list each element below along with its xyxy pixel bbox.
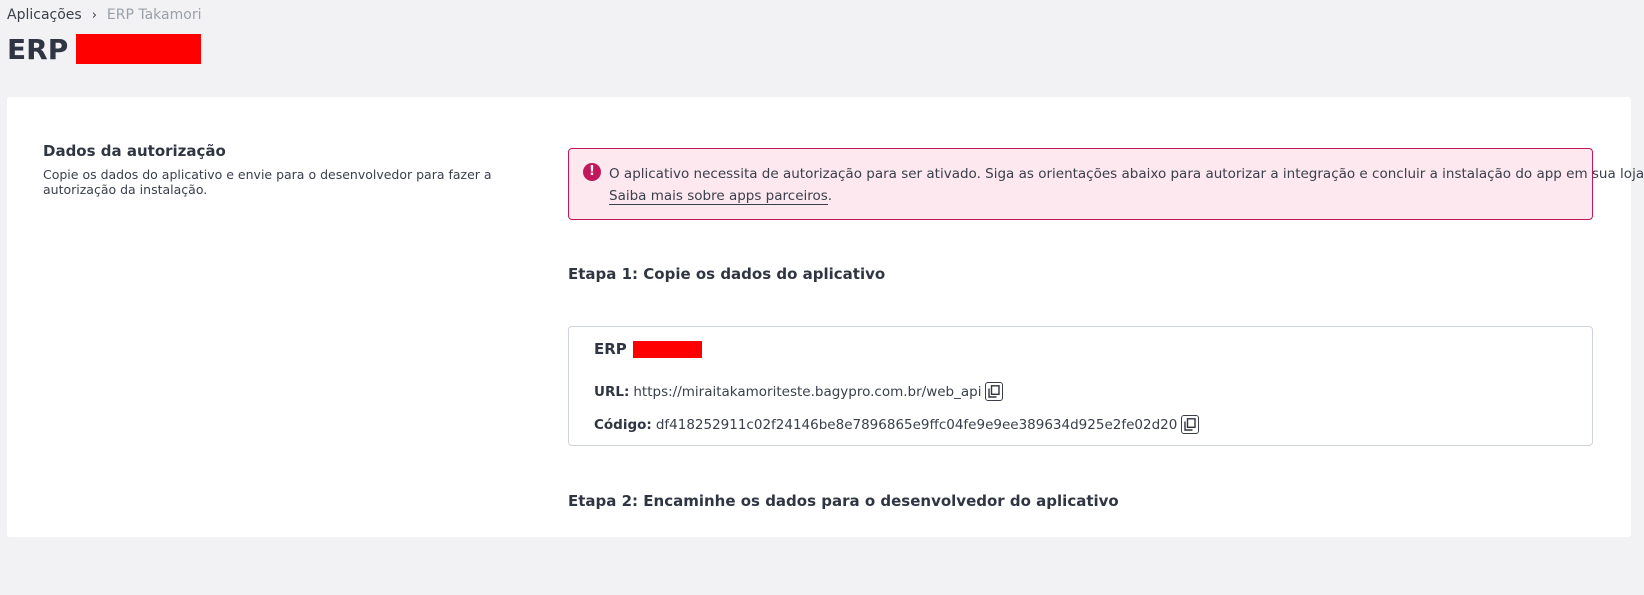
app-name: ERP	[594, 339, 702, 359]
breadcrumb: Aplicações › ERP Takamori	[7, 7, 201, 23]
url-value: https://miraitakamoriteste.bagypro.com.b…	[633, 383, 982, 400]
authorization-info: Dados da autorização Copie os dados do a…	[43, 142, 513, 197]
code-label: Código:	[594, 416, 652, 433]
step-2-title: Etapa 2: Encaminhe os dados para o desen…	[568, 492, 1119, 510]
alert-link-suffix: .	[827, 188, 833, 204]
authorization-alert: ! O aplicativo necessita de autorização …	[568, 148, 1644, 220]
section-title: Dados da autorização	[43, 142, 226, 160]
learn-more-link[interactable]: Saiba mais sobre apps parceiros	[609, 188, 828, 205]
code-row: Código: df418252911c02f24146be8e7896865e…	[594, 415, 1200, 434]
redacted-block	[632, 340, 702, 358]
app-name-text: ERP	[594, 340, 627, 358]
page-title: ERP	[7, 32, 202, 66]
page-title-text: ERP	[7, 32, 69, 66]
breadcrumb-current: ERP Takamori	[106, 7, 202, 23]
url-row: URL: https://miraitakamoriteste.bagypro.…	[594, 382, 1004, 401]
breadcrumb-link-aplicacoes[interactable]: Aplicações	[7, 7, 82, 23]
section-description: Copie os dados do aplicativo e envie par…	[43, 167, 492, 197]
copy-icon	[988, 385, 1001, 398]
url-label: URL:	[594, 383, 630, 400]
authorization-card: Dados da autorização Copie os dados do a…	[7, 97, 1644, 537]
code-value: df418252911c02f24146be8e7896865e9ffc04fe…	[655, 416, 1178, 433]
copy-icon	[1184, 418, 1197, 431]
copy-code-button[interactable]	[1181, 415, 1200, 434]
exclamation-circle-icon: !	[583, 163, 601, 181]
breadcrumb-separator: ›	[91, 7, 97, 23]
alert-message: O aplicativo necessita de autorização pa…	[609, 166, 1644, 182]
app-details-box: ERP URL: https://miraitakamoriteste.bagy…	[568, 326, 1593, 446]
step-1-title: Etapa 1: Copie os dados do aplicativo	[568, 265, 886, 283]
redacted-block	[76, 34, 202, 64]
alert-text: O aplicativo necessita de autorização pa…	[609, 163, 1644, 207]
copy-url-button[interactable]	[985, 382, 1004, 401]
